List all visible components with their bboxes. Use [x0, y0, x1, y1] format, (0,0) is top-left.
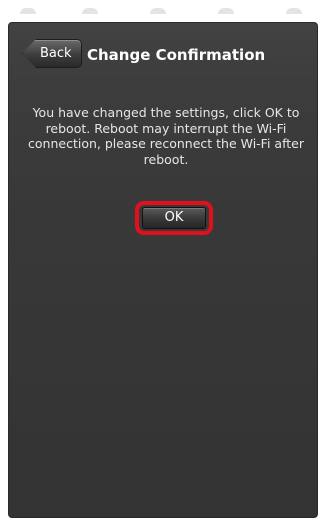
status-bar-indicator-icon	[218, 8, 234, 14]
status-bar-indicator-icon	[82, 8, 98, 14]
back-button-label: Back	[40, 46, 72, 61]
ok-button[interactable]: OK	[142, 207, 206, 229]
reboot-message: You have changed the settings, click OK …	[28, 105, 304, 167]
app-screen: Back Change Confirmation You have change…	[8, 22, 318, 518]
status-bar	[0, 0, 325, 22]
status-bar-indicator-icon	[286, 8, 302, 14]
status-bar-indicator-icon	[20, 8, 36, 14]
ok-button-highlight: OK	[135, 201, 213, 235]
header-bar: Back Change Confirmation	[9, 23, 317, 87]
page-title: Change Confirmation	[87, 46, 266, 64]
back-button[interactable]: Back	[22, 39, 82, 68]
ok-button-label: OK	[164, 210, 184, 225]
status-bar-indicator-icon	[150, 8, 166, 14]
